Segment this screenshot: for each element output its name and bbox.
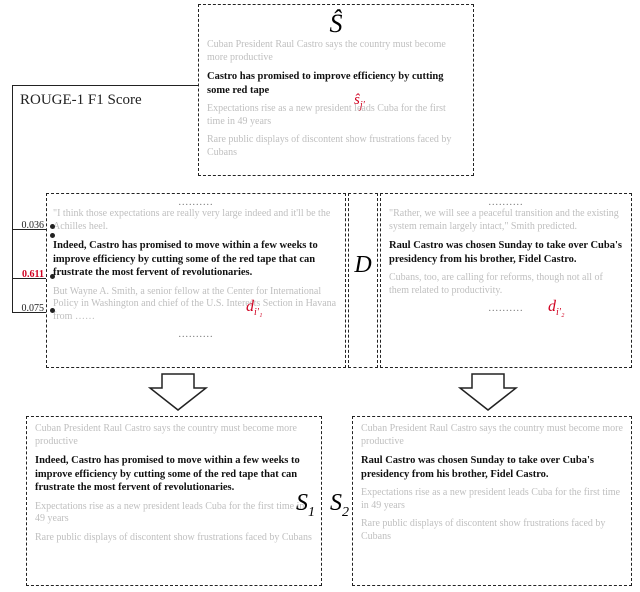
score-top: 0.036 [12, 220, 44, 231]
metric-label: ROUGE-1 F1 Score [20, 92, 142, 109]
shat-line4: Rare public displays of discontent show … [207, 134, 465, 159]
d-right-cubans: Cubans, too, are calling for reforms, th… [389, 272, 623, 297]
dots-top-right: .......... [389, 197, 623, 208]
score-mid: 0.611 [12, 269, 44, 280]
document-box-right: .......... "Rather, we will see a peacef… [380, 193, 632, 368]
symbol-S-hat: Ŝ [207, 9, 465, 39]
s2-line1: Cuban President Raul Castro says the cou… [361, 423, 623, 448]
d-left-wayne: But Wayne A. Smith, a senior fellow at t… [53, 286, 339, 324]
s1-line1: Cuban President Raul Castro says the cou… [35, 423, 313, 448]
d-right-quote: "Rather, we will see a peaceful transiti… [389, 208, 623, 233]
arrow-down-icon [458, 372, 518, 412]
symbol-S1: S1 [296, 490, 315, 521]
summary-1-box: Cuban President Raul Castro says the cou… [26, 416, 322, 586]
dots-bot-left: .......... [53, 329, 339, 340]
summary-2-box: Cuban President Raul Castro says the cou… [352, 416, 632, 586]
arrow-down-icon [148, 372, 208, 412]
symbol-di1: di′₁ [246, 298, 262, 318]
connector-h1 [12, 85, 198, 86]
s2-line3: Expectations rise as a new president lea… [361, 487, 623, 512]
shat-line3: Expectations rise as a new president lea… [207, 103, 465, 128]
bullet-icon [50, 274, 55, 279]
d-left-bold: Indeed, Castro has promised to move with… [53, 239, 339, 280]
summary-hat-box: Ŝ Cuban President Raul Castro says the c… [198, 4, 474, 176]
d-left-quote: "I think those expectations are really v… [53, 208, 339, 233]
document-label-box: D [348, 193, 378, 368]
dots-bot-right: .......... [389, 303, 623, 314]
symbol-sj-hat: ŝj′ [354, 92, 365, 111]
s1-line4: Rare public displays of discontent show … [35, 532, 313, 545]
bullet-icon [50, 233, 55, 238]
bullet-icon [50, 224, 55, 229]
s2-bold: Raul Castro was chosen Sunday to take ov… [361, 454, 623, 481]
symbol-di2: di′₂ [548, 298, 564, 318]
d-right-bold: Raul Castro was chosen Sunday to take ov… [389, 239, 623, 266]
s1-bold: Indeed, Castro has promised to move with… [35, 454, 313, 495]
symbol-D: D [349, 252, 377, 279]
shat-bold: Castro has promised to improve efficienc… [207, 70, 465, 97]
score-bot: 0.075 [12, 303, 44, 314]
bullet-icon [50, 308, 55, 313]
s2-line4: Rare public displays of discontent show … [361, 518, 623, 543]
dots-top-left: .......... [53, 197, 339, 208]
shat-line1: Cuban President Raul Castro says the cou… [207, 39, 465, 64]
symbol-S2: S2 [330, 490, 349, 521]
s1-line3: Expectations rise as a new president lea… [35, 501, 313, 526]
document-box-left: .......... "I think those expectations a… [46, 193, 346, 368]
